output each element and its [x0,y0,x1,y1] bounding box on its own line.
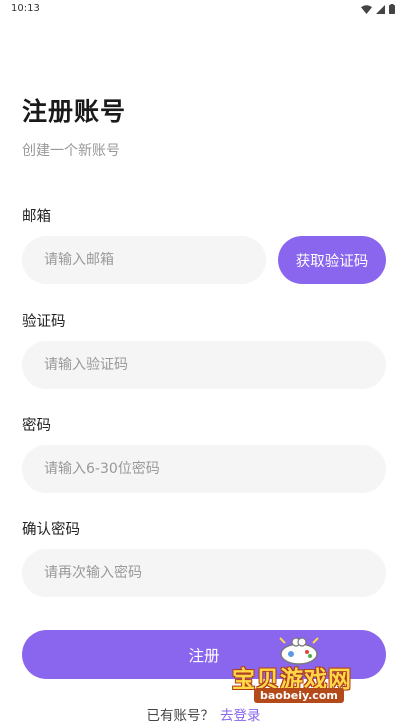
login-link[interactable]: 去登录 [220,708,261,724]
email-input[interactable] [22,236,266,284]
status-icons [361,4,395,14]
page-subtitle: 创建一个新账号 [22,143,120,159]
watermark-url: baobeiy.com [254,688,344,703]
battery-icon [389,4,395,14]
code-label: 验证码 [22,314,66,330]
password-label: 密码 [22,418,51,434]
wifi-icon [361,4,372,14]
register-button[interactable]: 注册 [22,630,386,679]
password-input[interactable] [22,445,386,493]
email-label: 邮箱 [22,209,51,225]
get-code-button[interactable]: 获取验证码 [278,236,386,284]
confirm-password-label: 确认密码 [22,522,80,538]
login-question: 已有账号？ [146,708,215,724]
page-title: 注册账号 [22,97,127,126]
code-input[interactable] [22,341,386,389]
signal-icon [376,4,385,14]
login-prompt: 已有账号？ 去登录 [0,704,407,724]
status-bar: 10:13 [0,0,407,20]
confirm-password-input[interactable] [22,549,386,597]
status-time: 10:13 [11,3,40,14]
